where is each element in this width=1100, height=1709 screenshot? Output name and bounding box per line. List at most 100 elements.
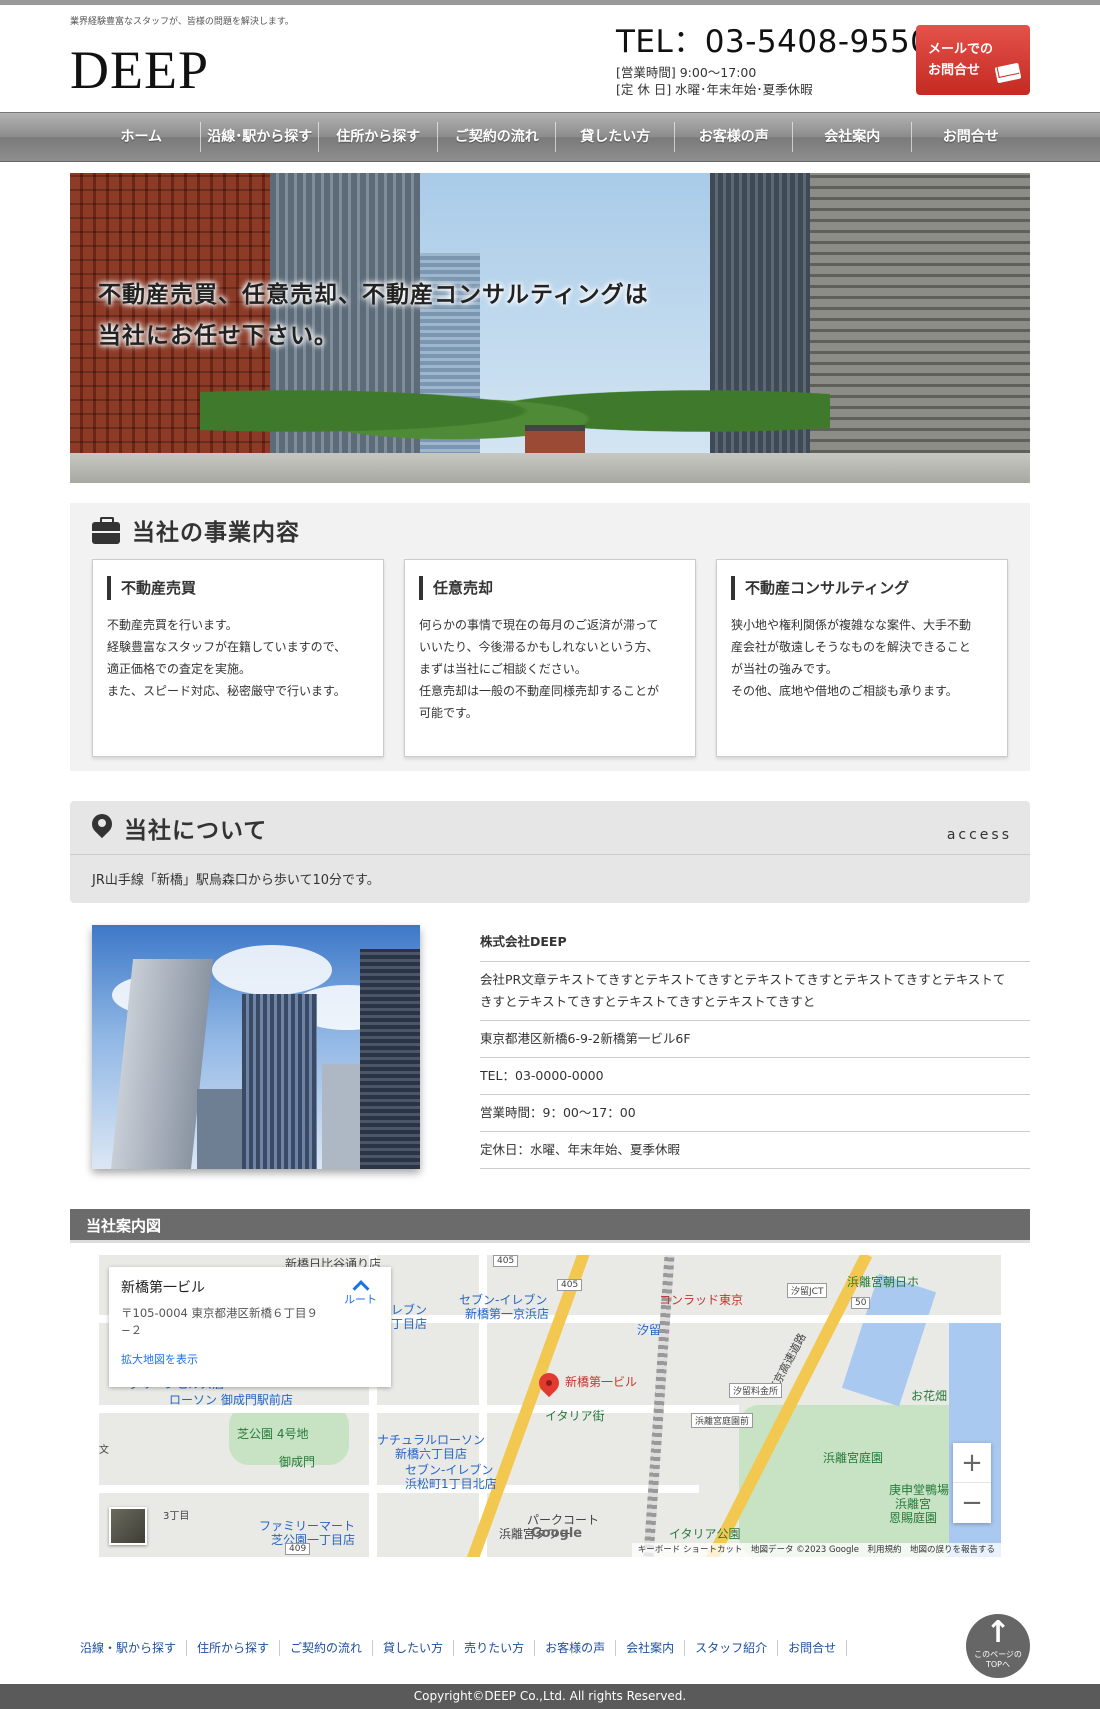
footer-link-sell[interactable]: 売りたい方: [454, 1640, 536, 1656]
service-text-line: 狭小地や権利関係が複雑なな案件、大手不動: [731, 618, 972, 632]
photo-tower: [242, 994, 317, 1169]
hero-banner: 不動産売買、任意売却、不動産コンサルティングは 当社にお任せ下さい。: [70, 173, 1030, 483]
service-text-line: 任意売却は一般の不動産同様売却することが: [419, 684, 660, 698]
map-label: 御成門: [279, 1455, 316, 1469]
satellite-toggle[interactable]: [109, 1507, 147, 1545]
footer-link-voices[interactable]: お客様の声: [535, 1640, 617, 1656]
service-card-title: 不動産コンサルティング: [731, 576, 995, 600]
services-section: 当社の事業内容 不動産売買 不動産売買を行います。 経験豊富なスタッフが在籍して…: [70, 503, 1030, 771]
hours-line: [営業時間] 9:00〜17:00: [616, 65, 757, 80]
nav-item-company[interactable]: 会社案内: [793, 113, 912, 161]
company-hours: 営業時間：9：00〜17：00: [480, 1095, 1030, 1132]
map-label: 50: [851, 1297, 871, 1309]
company-info: 株式会社DEEP 会社PR文章テキストてきすとテキストてきすとテキストてきすとテ…: [70, 925, 1030, 1175]
office-building-photo: [92, 925, 420, 1169]
map-marker-label: 新橋第一ビル: [565, 1375, 638, 1389]
service-card-text: 何らかの事情で現在の毎月のご返済が滞って いいたり、今後滞るかもしれないという方…: [419, 614, 683, 724]
zoom-in-button[interactable]: +: [953, 1443, 991, 1483]
arrow-up-icon: ↑: [985, 1615, 1011, 1650]
map-route-button[interactable]: ルート: [344, 1277, 377, 1307]
map-label: 409: [285, 1543, 311, 1555]
company-name: 株式会社DEEP: [480, 925, 1030, 962]
map-label: 浜松町1丁目北店: [405, 1477, 497, 1491]
mail-contact-button[interactable]: メールでの お問合せ: [916, 25, 1030, 95]
mail-button-label-1: メールでの: [928, 42, 994, 57]
service-text-line: 適正価格での査定を実施。: [107, 662, 252, 676]
map-label: 405: [493, 1255, 519, 1267]
map-label: 恩賜庭園: [889, 1511, 938, 1525]
map-label: 芝公園一丁目店: [271, 1533, 356, 1547]
about-heading: 当社について: [70, 801, 1030, 855]
hero-trees: [200, 363, 830, 443]
map-label: 浜離宮庭園: [823, 1451, 884, 1465]
hero-copy: 不動産売買、任意売却、不動産コンサルティングは 当社にお任せ下さい。: [98, 275, 649, 357]
map-label: 3丁目: [163, 1511, 190, 1522]
back-to-top-label-1: このページの: [974, 1650, 1022, 1659]
about-heading-text: 当社について: [124, 817, 268, 844]
footer-link-lend[interactable]: 貸したい方: [373, 1640, 455, 1656]
map-heading: 当社案内図: [70, 1209, 1030, 1243]
services-heading-text: 当社の事業内容: [132, 520, 300, 546]
google-map[interactable]: 新橋日比谷通り店 405 405 セブン-イレブン 新橋第一京浜店 レブン 丁目…: [99, 1255, 1001, 1557]
service-card-text: 不動産売買を行います。 経験豊富なスタッフが在籍していますので、 適正価格での査…: [107, 614, 371, 702]
back-to-top-label-2: TOPへ: [985, 1660, 1010, 1669]
business-hours: [営業時間] 9:00〜17:00 [定 休 日] 水曜･年末年始･夏季休暇: [616, 64, 813, 98]
nav-item-voices[interactable]: お客様の声: [675, 113, 794, 161]
hero-building-grey: [810, 173, 1030, 483]
service-card-sales: 不動産売買 不動産売買を行います。 経験豊富なスタッフが在籍していますので、 適…: [92, 559, 384, 757]
service-card-voluntary-sale: 任意売却 何らかの事情で現在の毎月のご返済が滞って いいたり、今後滞るかもしれな…: [404, 559, 696, 757]
photo-tower: [197, 1089, 247, 1169]
map-label: 汐留料金所: [729, 1383, 783, 1398]
service-text-line: その他、底地や借地のご相談も承ります。: [731, 684, 958, 698]
map-label: ローソン 御成門駅前店: [169, 1393, 293, 1407]
map-label: コンラッド東京: [659, 1293, 744, 1307]
site-logo[interactable]: DEEP: [70, 43, 209, 97]
tagline: 業界経験豊富なスタッフが、皆様の問題を解決します。: [70, 17, 294, 27]
service-text-line: 何らかの事情で現在の毎月のご返済が滞って: [419, 618, 659, 632]
map-label: 丁目店: [391, 1317, 428, 1331]
google-logo: Google: [531, 1526, 583, 1541]
site-header: 業界経験豊富なスタッフが、皆様の問題を解決します。 DEEP TEL：03-54…: [70, 5, 1030, 112]
company-holiday: 定休日：水曜、年末年始、夏季休暇: [480, 1132, 1030, 1169]
footer-link-contact[interactable]: お問合せ: [778, 1640, 848, 1656]
access-route: JR山手線「新橋」駅烏森口から歩いて10分です。: [92, 873, 380, 888]
zoom-out-button[interactable]: −: [953, 1483, 991, 1523]
footer-link-staff[interactable]: スタッフ紹介: [685, 1640, 779, 1656]
nav-item-lend[interactable]: 貸したい方: [556, 113, 675, 161]
footer-link-station[interactable]: 沿線・駅から探す: [70, 1640, 188, 1656]
service-text-line: まずは当社にご相談ください。: [419, 662, 587, 676]
nav-item-address[interactable]: 住所から探す: [319, 113, 438, 161]
map-label: 文: [99, 1445, 109, 1456]
nav-item-station[interactable]: 沿線･駅から探す: [201, 113, 320, 161]
map-label: 新橋六丁目店: [395, 1447, 468, 1461]
map-label: イタリア公園: [669, 1527, 741, 1541]
footer-link-contract-flow[interactable]: ご契約の流れ: [280, 1640, 374, 1656]
service-text-line: いいたり、今後滞るかもしれないという方、: [419, 640, 659, 654]
footer-link-company[interactable]: 会社案内: [616, 1640, 686, 1656]
map-label: 浜離宮朝日ホ: [847, 1275, 920, 1289]
company-details: 株式会社DEEP 会社PR文章テキストてきすとテキストてきすとテキストてきすとテ…: [480, 925, 1030, 1175]
map-label: お花畑: [911, 1389, 948, 1403]
holiday-line: [定 休 日] 水曜･年末年始･夏季休暇: [616, 82, 813, 97]
service-card-title: 任意売却: [419, 576, 683, 600]
map-attribution[interactable]: キーボード ショートカット 地図データ ©2023 Google 利用規約 地図…: [631, 1543, 1001, 1557]
map-label: 浜離宮庭園前: [691, 1413, 754, 1428]
nav-item-contact[interactable]: お問合せ: [912, 113, 1031, 161]
about-section: 当社について access JR山手線「新橋」駅烏森口から歩いて10分です。: [70, 801, 1030, 903]
service-card-text: 狭小地や権利関係が複雑なな案件、大手不動 産会社が敬遠しそうなものを解決できるこ…: [731, 614, 995, 702]
back-to-top-button[interactable]: ↑ このページの TOPへ: [966, 1614, 1030, 1678]
services-heading: 当社の事業内容: [92, 513, 1008, 553]
nav-item-home[interactable]: ホーム: [82, 113, 201, 161]
service-card-consulting: 不動産コンサルティング 狭小地や権利関係が複雑なな案件、大手不動 産会社が敬遠し…: [716, 559, 1008, 757]
footer-nav: 沿線・駅から探す 住所から探す ご契約の流れ 貸したい方 売りたい方 お客様の声…: [70, 1640, 848, 1656]
map-place-title: 新橋第一ビル: [121, 1280, 205, 1296]
map-zoom-control: + −: [953, 1443, 991, 1523]
map-enlarge-link[interactable]: 拡大地図を表示: [121, 1351, 379, 1367]
photo-tower: [322, 1064, 362, 1169]
footer-link-address[interactable]: 住所から探す: [187, 1640, 281, 1656]
service-card-title: 不動産売買: [107, 576, 371, 600]
service-text-line: 不動産売買を行います。: [107, 618, 238, 632]
hero-copy-line2: 当社にお任せ下さい。: [98, 323, 338, 349]
nav-item-contract-flow[interactable]: ご契約の流れ: [438, 113, 557, 161]
map-pin-icon: [92, 814, 112, 842]
